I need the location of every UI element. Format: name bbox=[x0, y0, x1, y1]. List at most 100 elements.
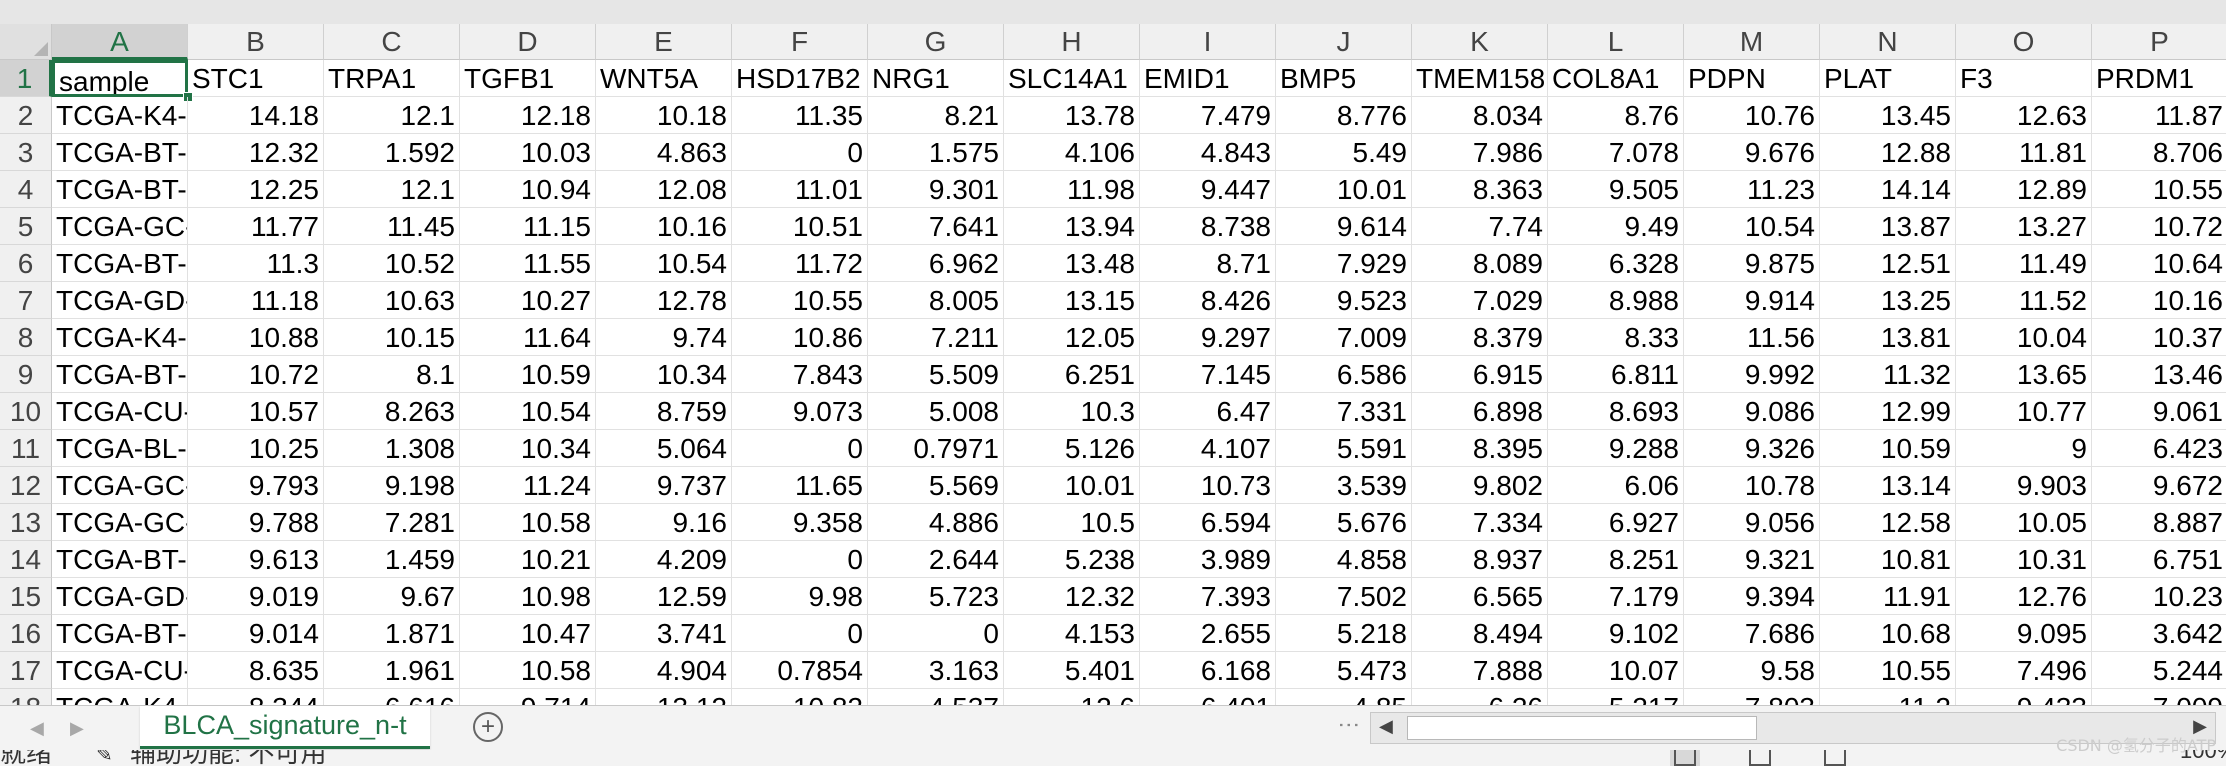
header-cell[interactable]: BMP5 bbox=[1276, 60, 1412, 97]
value-cell[interactable]: 12.51 bbox=[1820, 245, 1956, 282]
value-cell[interactable]: 5.473 bbox=[1276, 652, 1412, 689]
value-cell[interactable]: 9.788 bbox=[188, 504, 324, 541]
value-cell[interactable]: 8.635 bbox=[188, 652, 324, 689]
header-cell[interactable]: PDPN bbox=[1684, 60, 1820, 97]
value-cell[interactable]: 12.76 bbox=[1956, 578, 2092, 615]
value-cell[interactable]: 5.244 bbox=[2092, 652, 2226, 689]
value-cell[interactable]: 11.91 bbox=[1820, 578, 1956, 615]
value-cell[interactable]: 6.26 bbox=[1412, 689, 1548, 705]
value-cell[interactable]: 6.927 bbox=[1548, 504, 1684, 541]
value-cell[interactable]: 8.776 bbox=[1276, 97, 1412, 134]
value-cell[interactable]: 10.82 bbox=[732, 689, 868, 705]
value-cell[interactable]: 11.01 bbox=[732, 171, 868, 208]
value-cell[interactable]: 12.58 bbox=[1820, 504, 1956, 541]
sample-cell[interactable]: TCGA-K4- bbox=[52, 689, 188, 705]
value-cell[interactable]: 7.334 bbox=[1412, 504, 1548, 541]
value-cell[interactable]: 4.153 bbox=[1004, 615, 1140, 652]
value-cell[interactable]: 6.168 bbox=[1140, 652, 1276, 689]
header-cell[interactable]: PLAT bbox=[1820, 60, 1956, 97]
value-cell[interactable]: 9.672 bbox=[2092, 467, 2226, 504]
row-header-5[interactable]: 5 bbox=[0, 208, 52, 245]
header-cell[interactable]: NRG1 bbox=[868, 60, 1004, 97]
value-cell[interactable]: 6.586 bbox=[1276, 356, 1412, 393]
value-cell[interactable]: 9.301 bbox=[868, 171, 1004, 208]
value-cell[interactable]: 4.863 bbox=[596, 134, 732, 171]
value-cell[interactable]: 8.937 bbox=[1412, 541, 1548, 578]
value-cell[interactable]: 10.58 bbox=[460, 504, 596, 541]
header-cell[interactable]: F3 bbox=[1956, 60, 2092, 97]
value-cell[interactable]: 2.644 bbox=[868, 541, 1004, 578]
value-cell[interactable]: 8.759 bbox=[596, 393, 732, 430]
value-cell[interactable]: 6.251 bbox=[1004, 356, 1140, 393]
value-cell[interactable]: 9.737 bbox=[596, 467, 732, 504]
value-cell[interactable]: 10.47 bbox=[460, 615, 596, 652]
sample-cell[interactable]: TCGA-BT- bbox=[52, 541, 188, 578]
value-cell[interactable]: 10.86 bbox=[732, 319, 868, 356]
value-cell[interactable]: 10.98 bbox=[460, 578, 596, 615]
value-cell[interactable]: 7.502 bbox=[1276, 578, 1412, 615]
value-cell[interactable]: 7.393 bbox=[1140, 578, 1276, 615]
value-cell[interactable]: 8.363 bbox=[1412, 171, 1548, 208]
value-cell[interactable]: 7.496 bbox=[1956, 652, 2092, 689]
value-cell[interactable]: 1.308 bbox=[324, 430, 460, 467]
value-cell[interactable]: 12.32 bbox=[188, 134, 324, 171]
value-cell[interactable]: 10.88 bbox=[188, 319, 324, 356]
header-cell[interactable]: STC1 bbox=[188, 60, 324, 97]
column-header-o[interactable]: O bbox=[1956, 24, 2092, 60]
header-cell[interactable]: SLC14A1 bbox=[1004, 60, 1140, 97]
value-cell[interactable]: 10.01 bbox=[1004, 467, 1140, 504]
value-cell[interactable]: 9.16 bbox=[596, 504, 732, 541]
value-cell[interactable]: 8.988 bbox=[1548, 282, 1684, 319]
header-cell[interactable]: EMID1 bbox=[1140, 60, 1276, 97]
value-cell[interactable]: 5.238 bbox=[1004, 541, 1140, 578]
value-cell[interactable]: 5.591 bbox=[1276, 430, 1412, 467]
value-cell[interactable]: 9.019 bbox=[188, 578, 324, 615]
value-cell[interactable]: 4.209 bbox=[596, 541, 732, 578]
value-cell[interactable]: 10.27 bbox=[460, 282, 596, 319]
sample-cell[interactable]: TCGA-BT- bbox=[52, 171, 188, 208]
value-cell[interactable]: 0 bbox=[732, 430, 868, 467]
header-cell[interactable]: TMEM158 bbox=[1412, 60, 1548, 97]
header-cell[interactable]: PRDM1 bbox=[2092, 60, 2226, 97]
header-cell[interactable]: WNT5A bbox=[596, 60, 732, 97]
value-cell[interactable]: 10.25 bbox=[188, 430, 324, 467]
value-cell[interactable]: 7.179 bbox=[1548, 578, 1684, 615]
value-cell[interactable]: 10.5 bbox=[1004, 504, 1140, 541]
row-header-15[interactable]: 15 bbox=[0, 578, 52, 615]
value-cell[interactable]: 12.78 bbox=[596, 282, 732, 319]
value-cell[interactable]: 8.33 bbox=[1548, 319, 1684, 356]
column-header-f[interactable]: F bbox=[732, 24, 868, 60]
value-cell[interactable]: 9.288 bbox=[1548, 430, 1684, 467]
value-cell[interactable]: 10.34 bbox=[460, 430, 596, 467]
value-cell[interactable]: 11.56 bbox=[1684, 319, 1820, 356]
value-cell[interactable]: 9.74 bbox=[596, 319, 732, 356]
value-cell[interactable]: 10.94 bbox=[460, 171, 596, 208]
header-cell[interactable]: HSD17B2 bbox=[732, 60, 868, 97]
value-cell[interactable]: 9.102 bbox=[1548, 615, 1684, 652]
value-cell[interactable]: 11.45 bbox=[324, 208, 460, 245]
value-cell[interactable]: 10.23 bbox=[2092, 578, 2226, 615]
value-cell[interactable]: 9.58 bbox=[1684, 652, 1820, 689]
value-cell[interactable]: 10.55 bbox=[1820, 652, 1956, 689]
value-cell[interactable]: 9.198 bbox=[324, 467, 460, 504]
page-break-view-button[interactable] bbox=[1820, 750, 1850, 766]
value-cell[interactable]: 6.423 bbox=[2092, 430, 2226, 467]
spreadsheet-grid[interactable]: ABCDEFGHIJKLMNOP 1 2 3 4 5 6 7 8 9 10 11 12 13 14 15 16… bbox=[0, 0, 2226, 705]
row-header-1[interactable]: 1 bbox=[0, 60, 52, 97]
value-cell[interactable]: 9.802 bbox=[1412, 467, 1548, 504]
value-cell[interactable]: 7.078 bbox=[1548, 134, 1684, 171]
value-cell[interactable]: 5.569 bbox=[868, 467, 1004, 504]
value-cell[interactable]: 8.426 bbox=[1140, 282, 1276, 319]
value-cell[interactable]: 11.52 bbox=[1956, 282, 2092, 319]
value-cell[interactable]: 9.433 bbox=[1956, 689, 2092, 705]
value-cell[interactable]: 10.55 bbox=[2092, 171, 2226, 208]
value-cell[interactable]: 8.693 bbox=[1548, 393, 1684, 430]
value-cell[interactable]: 7.029 bbox=[1412, 282, 1548, 319]
value-cell[interactable]: 6.811 bbox=[1548, 356, 1684, 393]
next-sheet-icon[interactable]: ▶ bbox=[70, 718, 84, 739]
value-cell[interactable]: 12.08 bbox=[596, 171, 732, 208]
value-cell[interactable]: 9.714 bbox=[460, 689, 596, 705]
value-cell[interactable]: 10.04 bbox=[1956, 319, 2092, 356]
value-cell[interactable]: 6.915 bbox=[1412, 356, 1548, 393]
column-header-c[interactable]: C bbox=[324, 24, 460, 60]
